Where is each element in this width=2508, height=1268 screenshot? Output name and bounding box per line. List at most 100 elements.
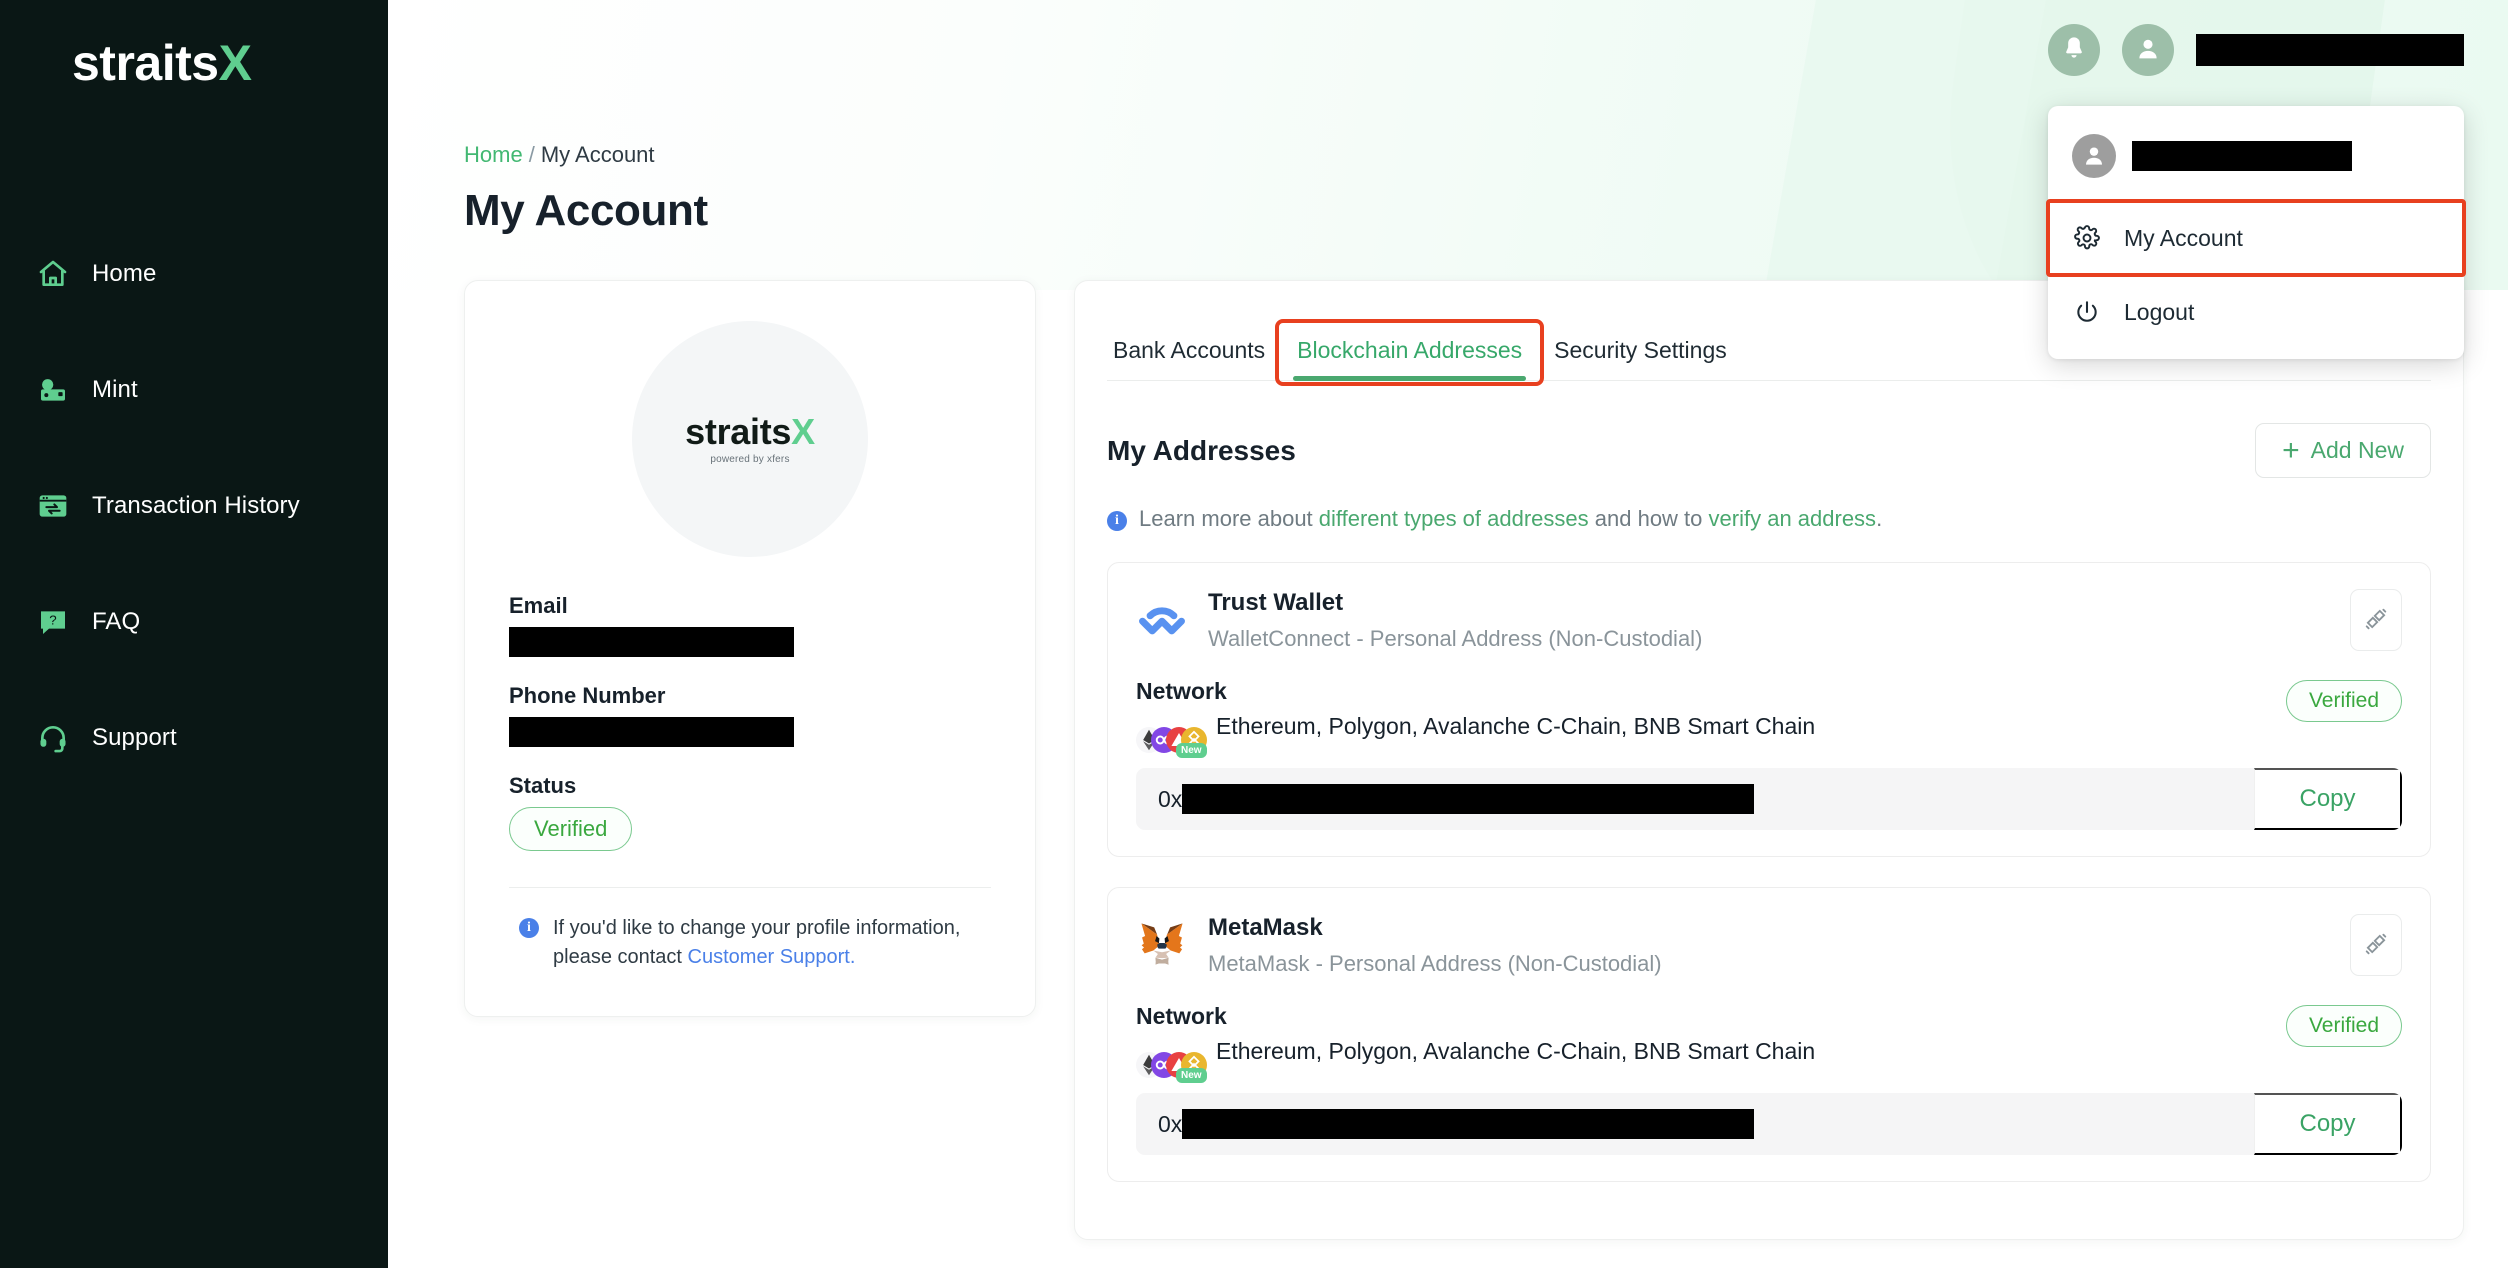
address-value	[1182, 1109, 1755, 1139]
sidebar-item-label: Home	[92, 260, 157, 287]
dropdown-item-my-account[interactable]: My Account	[2046, 199, 2466, 277]
new-badge: New	[1176, 742, 1207, 758]
status-label: Status	[509, 773, 577, 798]
person-icon	[2134, 35, 2162, 66]
tab-security-settings[interactable]: Security Settings	[1538, 337, 1743, 380]
tab-label: Bank Accounts	[1113, 337, 1266, 363]
dropdown-item-logout[interactable]: Logout	[2048, 275, 2464, 349]
dropdown-item-label: Logout	[2124, 298, 2195, 325]
network-label: Network	[1136, 1003, 1227, 1029]
person-icon	[2072, 134, 2116, 178]
wallet-network-row: Network New Ethereum, Polygon, Avalanche…	[1136, 678, 2402, 758]
disconnect-plug-icon-button[interactable]	[2350, 914, 2402, 976]
wallet-card-header: Trust Wallet WalletConnect - Personal Ad…	[1136, 589, 2402, 652]
topbar-user-name	[2196, 34, 2464, 66]
sidebar-item-label: Mint	[92, 376, 138, 403]
wallet-name: MetaMask	[1208, 914, 1323, 941]
wallet-name: Trust Wallet	[1208, 589, 1344, 616]
profile-note: i If you'd like to change your profile i…	[509, 914, 991, 972]
bell-icon	[2060, 35, 2088, 66]
learn-more-note: i Learn more about different types of ad…	[1107, 506, 2431, 532]
chains-text: Ethereum, Polygon, Avalanche C-Chain, BN…	[1216, 713, 1816, 739]
address-prefix: 0x	[1158, 1110, 1183, 1137]
tab-blockchain-addresses[interactable]: Blockchain Addresses	[1275, 319, 1545, 386]
email-label: Email	[509, 593, 568, 618]
avatar-logo-x-mark: X	[791, 410, 815, 452]
dropdown-user-name	[2132, 141, 2352, 171]
info-icon: i	[1107, 511, 1127, 531]
sidebar-logo[interactable]: straits X	[0, 0, 388, 88]
money-icon	[36, 373, 70, 407]
avatar-logo-text: straits	[685, 410, 792, 452]
disconnect-plug-icon	[2363, 606, 2389, 635]
svg-text:?: ?	[49, 613, 56, 628]
address-row: 0x Copy	[1136, 768, 2402, 830]
headset-icon	[36, 721, 70, 755]
add-new-button[interactable]: + Add New	[2255, 423, 2431, 478]
learn-text-3: .	[1876, 506, 1883, 531]
walletconnect-icon	[1136, 593, 1188, 645]
profile-button[interactable]	[2122, 24, 2174, 76]
add-new-label: Add New	[2310, 437, 2404, 463]
learn-text-1: Learn more about	[1139, 506, 1319, 531]
sidebar-item-mint[interactable]: Mint	[0, 362, 388, 418]
wallet-card: Trust Wallet WalletConnect - Personal Ad…	[1107, 562, 2431, 857]
address-row: 0x Copy	[1136, 1093, 2402, 1155]
status-badge: Verified	[509, 807, 633, 851]
breadcrumb-home-link[interactable]: Home	[464, 142, 523, 167]
account-dropdown-menu: My Account Logout	[2046, 106, 2466, 359]
avatar: straitsX powered by xfers	[632, 321, 868, 557]
wallet-card-header: MetaMask MetaMask - Personal Address (No…	[1136, 914, 2402, 977]
disconnect-plug-icon	[2363, 931, 2389, 960]
content-columns: straitsX powered by xfers Email Phone Nu…	[464, 280, 2464, 1240]
addresses-header: My Addresses + Add New	[1107, 423, 2431, 478]
profile-card: straitsX powered by xfers Email Phone Nu…	[464, 280, 1036, 1017]
faq-icon: ?	[36, 605, 70, 639]
address-prefix: 0x	[1158, 785, 1183, 812]
address-value	[1182, 784, 1755, 814]
wallet-subtitle: WalletConnect - Personal Address (Non-Cu…	[1208, 626, 1703, 651]
sidebar-item-support[interactable]: Support	[0, 710, 388, 766]
logo-text: straits	[72, 35, 219, 91]
customer-support-link[interactable]: Customer Support.	[688, 946, 856, 968]
home-icon	[36, 257, 70, 291]
tab-bank-accounts[interactable]: Bank Accounts	[1107, 337, 1281, 380]
app-root: straits X Home Mint Transaction History …	[0, 0, 2508, 1268]
addresses-section-title: My Addresses	[1107, 434, 1296, 466]
sidebar-item-transaction-history[interactable]: Transaction History	[0, 478, 388, 534]
sidebar-item-label: FAQ	[92, 608, 141, 635]
breadcrumb-separator: /	[528, 142, 535, 167]
address-value-container: 0x	[1136, 768, 2254, 830]
wallet-card: MetaMask MetaMask - Personal Address (No…	[1107, 887, 2431, 1182]
sidebar-item-home[interactable]: Home	[0, 246, 388, 302]
transaction-history-icon	[36, 489, 70, 523]
breadcrumb-current: My Account	[540, 142, 655, 167]
main-area: My Account Logout Home / My Account My Acc…	[388, 0, 2508, 1268]
plus-icon: +	[2282, 433, 2300, 467]
verify-an-address-link[interactable]: verify an address	[1709, 506, 1877, 531]
sidebar-nav: Home Mint Transaction History ? FAQ Supp…	[0, 246, 388, 766]
avatar-tagline: powered by xfers	[710, 453, 790, 465]
dropdown-item-label: My Account	[2124, 224, 2243, 251]
different-types-of-addresses-link[interactable]: different types of addresses	[1319, 506, 1589, 531]
address-value-container: 0x	[1136, 1093, 2254, 1155]
copy-button[interactable]: Copy	[2254, 1093, 2402, 1155]
topbar	[2048, 24, 2464, 76]
new-badge: New	[1176, 1067, 1207, 1083]
wallet-network-row: Network New Ethereum, Polygon, Avalanche…	[1136, 1003, 2402, 1083]
learn-text-2: and how to	[1588, 506, 1709, 531]
wallet-subtitle: MetaMask - Personal Address (Non-Custodi…	[1208, 951, 1662, 976]
sidebar-item-faq[interactable]: ? FAQ	[0, 594, 388, 650]
addresses-panel: Bank Accounts Blockchain Addresses Secur…	[1074, 280, 2464, 1240]
metamask-fox-icon	[1136, 918, 1188, 970]
phone-value	[509, 717, 794, 747]
dropdown-user-row	[2048, 110, 2464, 200]
gear-icon	[2072, 225, 2102, 251]
notifications-button[interactable]	[2048, 24, 2100, 76]
disconnect-plug-icon-button[interactable]	[2350, 589, 2402, 651]
phone-label: Phone Number	[509, 683, 666, 708]
copy-button[interactable]: Copy	[2254, 768, 2402, 830]
tab-label: Blockchain Addresses	[1297, 337, 1523, 363]
sidebar-item-label: Support	[92, 724, 177, 751]
network-label: Network	[1136, 678, 1227, 704]
